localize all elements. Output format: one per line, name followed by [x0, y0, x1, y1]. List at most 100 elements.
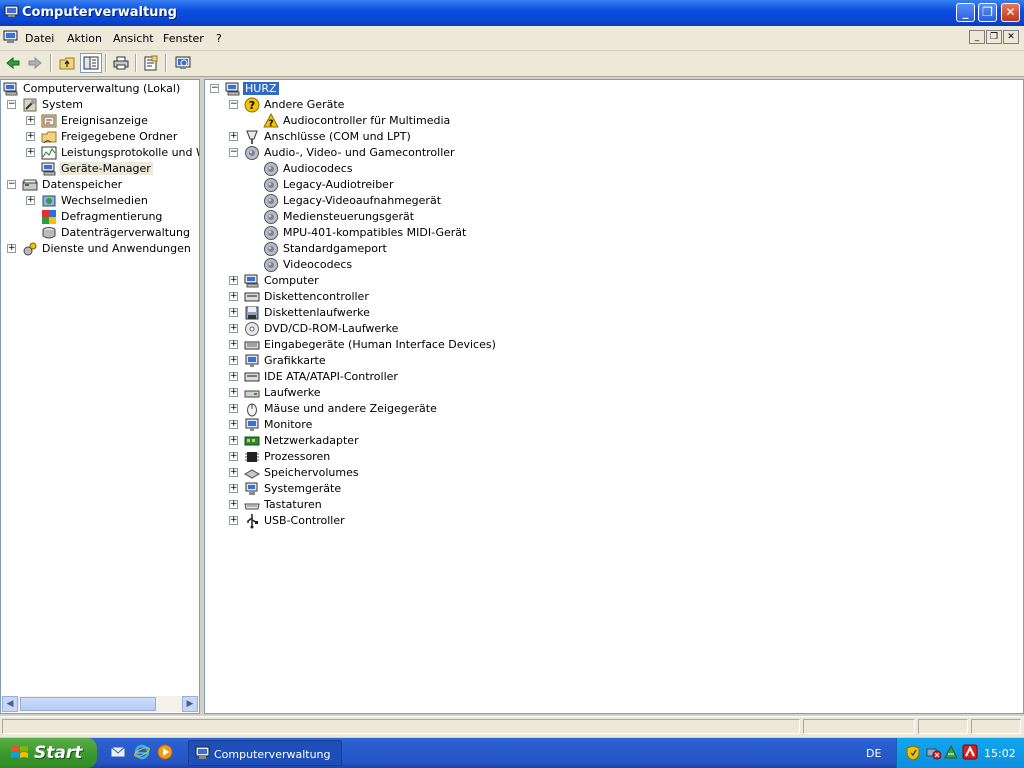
tree-node[interactable]: Datenträgerverwaltung [1, 225, 199, 241]
restore-button[interactable]: ❐ [978, 3, 997, 22]
expand-toggle[interactable]: + [229, 420, 238, 429]
tree-node[interactable]: + Freigegebene Ordner [1, 129, 199, 145]
tree-node[interactable]: Geräte-Manager [1, 161, 199, 177]
tree-node[interactable]: − Audio-, Video- und Gamecontroller [205, 145, 1023, 161]
expand-toggle[interactable]: + [229, 388, 238, 397]
tree-node[interactable]: + Dienste und Anwendungen [1, 241, 199, 257]
tree-node[interactable]: + Laufwerke [205, 385, 1023, 401]
expand-toggle[interactable]: + [229, 276, 238, 285]
tree-node[interactable]: − System [1, 97, 199, 113]
tree-node[interactable]: + Diskettenlaufwerke [205, 305, 1023, 321]
outlook-express-icon[interactable] [110, 744, 126, 760]
safely-remove-hardware-icon[interactable] [925, 744, 941, 760]
tree-node[interactable]: + Monitore [205, 417, 1023, 433]
tree-node[interactable]: + Eingabegeräte (Human Interface Devices) [205, 337, 1023, 353]
network-icon[interactable] [943, 744, 959, 760]
collapse-toggle[interactable]: − [7, 100, 16, 109]
up-level-button[interactable] [56, 53, 78, 73]
expand-toggle[interactable]: + [229, 516, 238, 525]
tree-node[interactable]: Mediensteuerungsgerät [205, 209, 1023, 225]
scroll-thumb[interactable] [20, 697, 156, 711]
media-player-icon[interactable] [157, 744, 173, 760]
tree-node[interactable]: + Diskettencontroller [205, 289, 1023, 305]
expand-toggle[interactable]: + [229, 436, 238, 445]
print-button[interactable] [110, 53, 132, 73]
menu-help[interactable]: ? [216, 32, 222, 45]
device-tree-pane[interactable]: − HURZ −? Andere Geräte? Audiocontroller für… [204, 79, 1024, 714]
expand-toggle[interactable]: + [229, 340, 238, 349]
child-restore-button[interactable]: ❐ [986, 30, 1002, 44]
expand-toggle[interactable]: + [229, 324, 238, 333]
expand-toggle[interactable]: + [26, 116, 35, 125]
show-hide-tree-button[interactable] [80, 53, 102, 73]
expand-toggle[interactable]: + [229, 292, 238, 301]
tree-node[interactable]: Legacy-Videoaufnahmegerät [205, 193, 1023, 209]
help-button[interactable] [172, 53, 194, 73]
tree-node[interactable]: + Prozessoren [205, 449, 1023, 465]
expand-toggle[interactable]: + [229, 404, 238, 413]
tree-node[interactable]: + Anschlüsse (COM und LPT) [205, 129, 1023, 145]
console-tree-pane[interactable]: Computerverwaltung (Lokal) − System + Ereign… [0, 79, 200, 714]
expand-toggle[interactable]: + [229, 500, 238, 509]
tree-node[interactable]: + Leistungsprotokolle und Warn [1, 145, 199, 161]
tree-node[interactable]: + Speichervolumes [205, 465, 1023, 481]
child-minimize-button[interactable]: _ [969, 30, 985, 44]
expand-toggle[interactable]: + [26, 132, 35, 141]
properties-button[interactable] [140, 53, 162, 73]
scroll-left-button[interactable]: ◀ [2, 696, 18, 712]
collapse-toggle[interactable]: − [7, 180, 16, 189]
tree-node[interactable]: + Ereignisanzeige [1, 113, 199, 129]
tree-node[interactable]: + IDE ATA/ATAPI-Controller [205, 369, 1023, 385]
expand-toggle[interactable]: + [229, 132, 238, 141]
tree-node[interactable]: Audiocodecs [205, 161, 1023, 177]
forward-button[interactable] [24, 53, 46, 73]
internet-explorer-icon[interactable] [134, 744, 150, 760]
tree-node[interactable]: + DVD/CD-ROM-Laufwerke [205, 321, 1023, 337]
back-button[interactable] [2, 53, 24, 73]
start-button[interactable]: Start [0, 738, 97, 768]
tree-node[interactable]: + Wechselmedien [1, 193, 199, 209]
close-button[interactable]: ✕ [1001, 3, 1020, 22]
antivirus-icon[interactable] [962, 744, 978, 760]
tree-node[interactable]: + Computer [205, 273, 1023, 289]
collapse-toggle[interactable]: − [229, 148, 238, 157]
menu-fenster[interactable]: Fenster [163, 32, 204, 45]
menu-datei[interactable]: Datei [25, 32, 54, 45]
tree-node[interactable]: + Netzwerkadapter [205, 433, 1023, 449]
minimize-button[interactable]: _ [956, 3, 975, 22]
taskbar-button-computerverwaltung[interactable]: Computerverwaltung [188, 740, 342, 766]
tree-node[interactable]: MPU-401-kompatibles MIDI-Gerät [205, 225, 1023, 241]
system-menu-icon[interactable] [3, 30, 18, 44]
title-bar[interactable]: Computerverwaltung _ ❐ ✕ [0, 0, 1024, 26]
horizontal-scrollbar[interactable]: ◀ ▶ [2, 696, 198, 712]
tree-node[interactable]: + USB-Controller [205, 513, 1023, 529]
tree-node[interactable]: + Grafikkarte [205, 353, 1023, 369]
tree-node[interactable]: −? Andere Geräte [205, 97, 1023, 113]
expand-toggle[interactable]: + [229, 468, 238, 477]
tree-node[interactable]: + Systemgeräte [205, 481, 1023, 497]
expand-toggle[interactable]: + [26, 148, 35, 157]
tree-node[interactable]: ? Audiocontroller für Multimedia [205, 112, 1023, 129]
collapse-toggle[interactable]: − [229, 100, 238, 109]
expand-toggle[interactable]: + [229, 308, 238, 317]
clock[interactable]: 15:02 [984, 747, 1016, 760]
tree-node[interactable]: + Tastaturen [205, 497, 1023, 513]
tree-node[interactable]: − Datenspeicher [1, 177, 199, 193]
expand-toggle[interactable]: + [229, 484, 238, 493]
expand-toggle[interactable]: + [229, 452, 238, 461]
menu-ansicht[interactable]: Ansicht [113, 32, 154, 45]
expand-toggle[interactable]: + [229, 372, 238, 381]
tree-node[interactable]: Standardgameport [205, 241, 1023, 257]
tree-node[interactable]: Defragmentierung [1, 209, 199, 225]
tree-node[interactable]: Legacy-Audiotreiber [205, 177, 1023, 193]
tree-node[interactable]: + Mäuse und andere Zeigegeräte [205, 401, 1023, 417]
tree-node[interactable]: Computerverwaltung (Lokal) [1, 81, 199, 97]
child-close-button[interactable]: ✕ [1003, 30, 1019, 44]
collapse-toggle[interactable]: − [210, 84, 219, 93]
expand-toggle[interactable]: + [26, 196, 35, 205]
tree-node[interactable]: − HURZ [205, 81, 1023, 97]
menu-aktion[interactable]: Aktion [67, 32, 102, 45]
security-shield-icon[interactable] [906, 745, 920, 761]
expand-toggle[interactable]: + [7, 244, 16, 253]
expand-toggle[interactable]: + [229, 356, 238, 365]
